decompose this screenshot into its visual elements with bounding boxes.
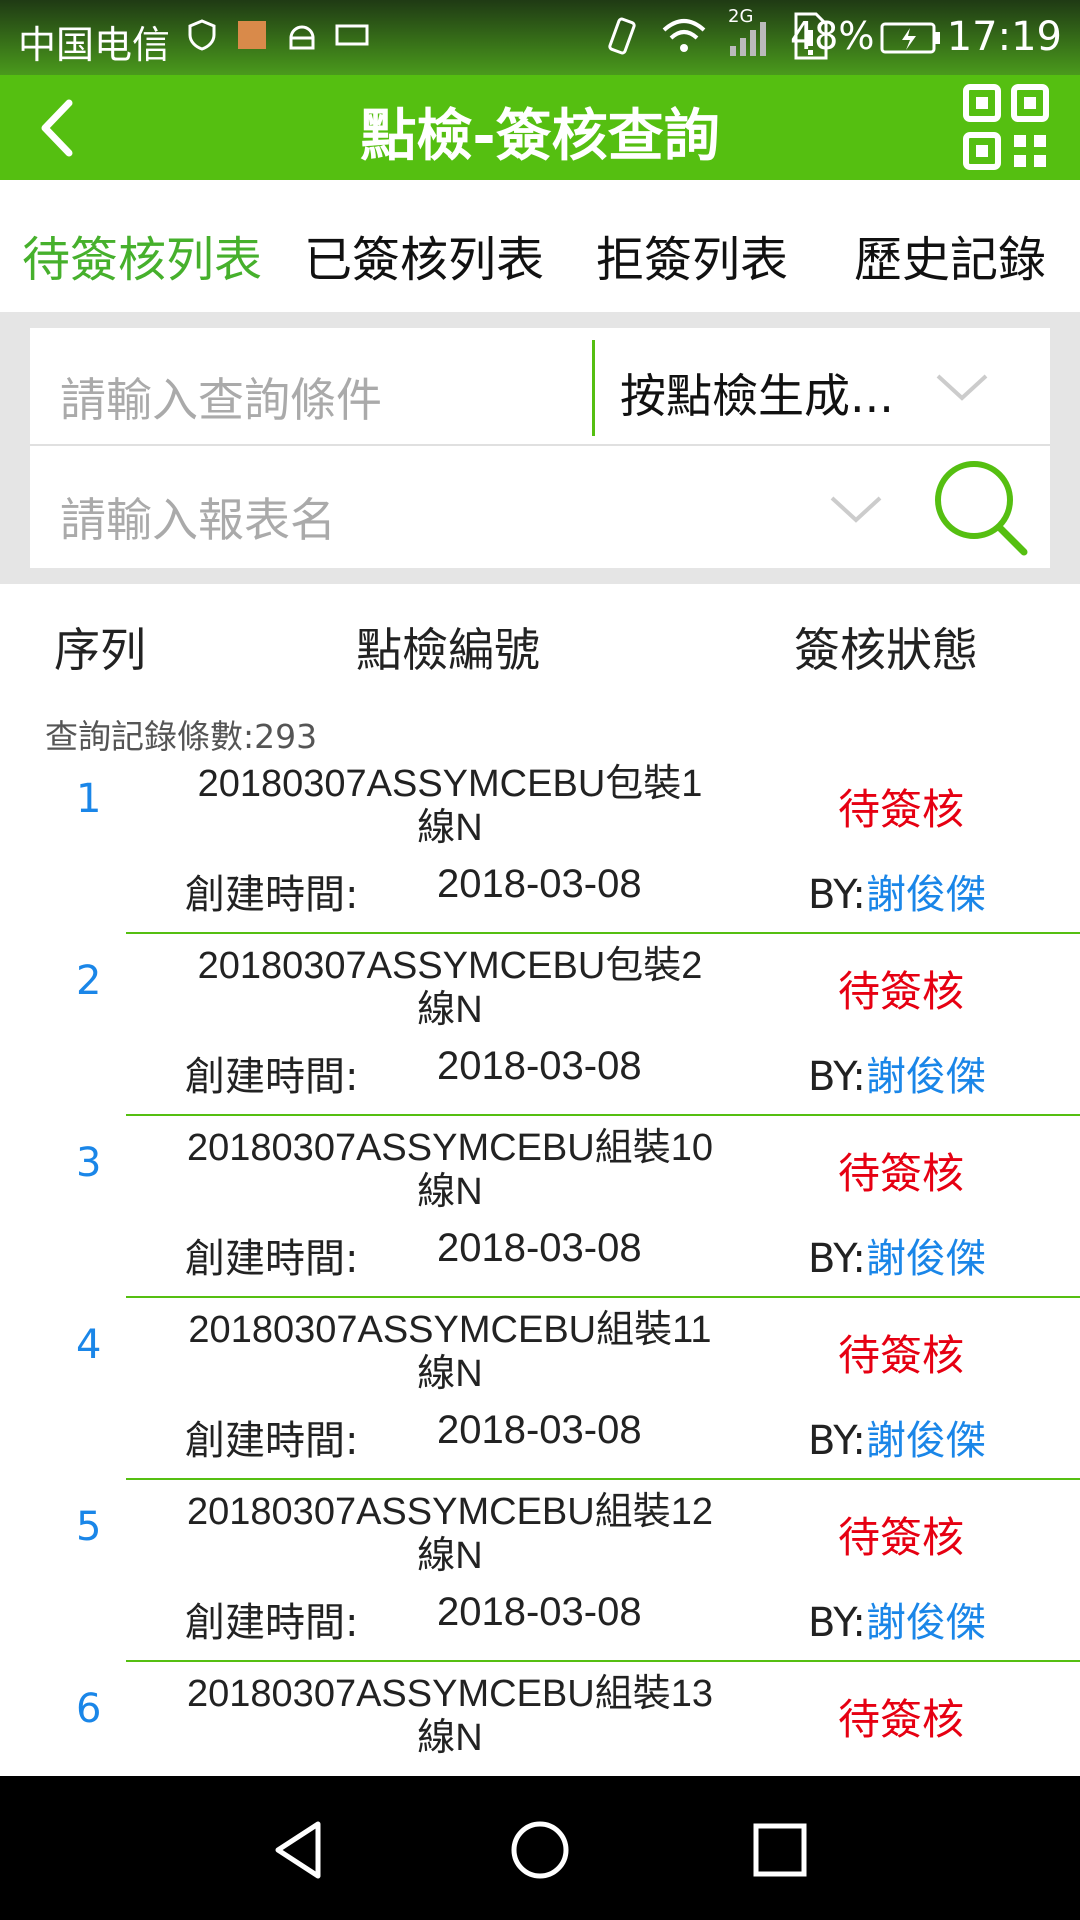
column-status: 簽核狀態	[794, 623, 978, 677]
record-code: 20180307ASSYMCEBU包裝2線N	[197, 945, 703, 1030]
nav-home-icon[interactable]	[508, 1818, 572, 1882]
created-date: 2018-03-08	[437, 1226, 642, 1270]
signer-name[interactable]: 謝俊傑	[866, 1054, 986, 1100]
status-badge: 待簽核	[838, 1513, 965, 1562]
status-badge: 待簽核	[838, 785, 965, 834]
battery-percent: 48%	[790, 14, 875, 58]
page-title: 點檢-簽核查詢	[360, 104, 720, 169]
signer: BY:謝俊傑	[808, 862, 986, 920]
tab-rejected[interactable]: 拒簽列表	[596, 220, 788, 290]
record-index: 4	[76, 1322, 102, 1368]
divider	[592, 340, 595, 436]
created-date: 2018-03-08	[437, 862, 642, 906]
signer: BY:謝俊傑	[808, 1044, 986, 1102]
system-nav-bar	[0, 1776, 1080, 1920]
record-index: 6	[76, 1686, 102, 1732]
vibrate-icon	[608, 17, 636, 55]
status-badge: 待簽核	[838, 1331, 965, 1380]
record-code: 20180307ASSYMCEBU組裝13線N	[187, 1673, 713, 1758]
signer-name[interactable]: 謝俊傑	[866, 1418, 986, 1464]
filter-box: 請輸入查詢條件 按點檢生成... 請輸入報表名	[30, 328, 1050, 568]
status-bar: 中国电信 2G 48% 17:19	[0, 0, 1080, 75]
tab-pending[interactable]: 待簽核列表	[22, 220, 262, 290]
by-prefix: BY:	[808, 1236, 866, 1282]
status-badge: 待簽核	[838, 1149, 965, 1198]
list-item[interactable]: 5 20180307ASSYMCEBU組裝12線N 待簽核 創建時間: 2018…	[0, 1480, 1080, 1662]
keyboard-icon	[335, 24, 369, 46]
record-index: 1	[76, 776, 102, 822]
list-item[interactable]: 2 20180307ASSYMCEBU包裝2線N 待簽核 創建時間: 2018-…	[0, 934, 1080, 1116]
cell-signal-icon: 2G	[726, 6, 772, 60]
created-label: 創建時間:	[185, 1418, 359, 1464]
battery-icon	[880, 22, 940, 54]
record-code: 20180307ASSYMCEBU組裝12線N	[187, 1491, 713, 1576]
by-prefix: BY:	[808, 872, 866, 918]
list-item[interactable]: 3 20180307ASSYMCEBU組裝10線N 待簽核 創建時間: 2018…	[0, 1116, 1080, 1298]
list-header: 序列 點檢編號 簽核狀態	[0, 584, 1080, 694]
tab-bar: 待簽核列表 已簽核列表 拒簽列表 歷史記錄	[0, 180, 1080, 312]
signer: BY:謝俊傑	[808, 1408, 986, 1466]
by-prefix: BY:	[808, 1418, 866, 1464]
qr-code-icon[interactable]	[962, 83, 1050, 171]
report-name-input[interactable]: 請輸入報表名	[60, 484, 336, 550]
record-index: 3	[76, 1140, 102, 1186]
signer: BY:謝俊傑	[808, 1226, 986, 1284]
status-badge: 待簽核	[838, 1695, 965, 1744]
carrier-name: 中国电信	[18, 23, 171, 67]
filter-row-report: 請輸入報表名	[30, 448, 1050, 568]
created-date: 2018-03-08	[437, 1590, 642, 1634]
app-bar: 點檢-簽核查詢	[0, 75, 1080, 180]
signer-name[interactable]: 謝俊傑	[866, 1600, 986, 1646]
record-code: 20180307ASSYMCEBU組裝10線N	[187, 1127, 713, 1212]
record-count-label: 查詢記錄條數:	[45, 717, 255, 756]
signer-name[interactable]: 謝俊傑	[866, 1236, 986, 1282]
record-count: 查詢記錄條數:293	[45, 710, 317, 758]
by-prefix: BY:	[808, 1054, 866, 1100]
signer-name[interactable]: 謝俊傑	[866, 872, 986, 918]
filter-panel: 請輸入查詢條件 按點檢生成... 請輸入報表名	[0, 312, 1080, 584]
clock: 17:19	[946, 14, 1062, 60]
created-label: 創建時間:	[185, 1236, 359, 1282]
network-type: 2G	[728, 6, 754, 27]
nav-back-icon[interactable]	[268, 1818, 332, 1882]
list-item[interactable]: 1 20180307ASSYMCEBU包裝1線N 待簽核 創建時間: 2018-…	[0, 752, 1080, 934]
list-item[interactable]: 6 20180307ASSYMCEBU組裝13線N 待簽核	[0, 1662, 1080, 1776]
android-icon	[289, 25, 315, 50]
wifi-icon	[662, 19, 706, 52]
record-index: 5	[76, 1504, 102, 1550]
sort-select[interactable]: 按點檢生成...	[620, 360, 894, 426]
chevron-down-icon[interactable]	[828, 492, 884, 526]
list-item[interactable]: 4 20180307ASSYMCEBU組裝11線N 待簽核 創建時間: 2018…	[0, 1298, 1080, 1480]
signer: BY:謝俊傑	[808, 1590, 986, 1648]
created-label: 創建時間:	[185, 872, 359, 918]
filter-row-query: 請輸入查詢條件 按點檢生成...	[30, 328, 1050, 446]
by-prefix: BY:	[808, 1600, 866, 1646]
created-date: 2018-03-08	[437, 1408, 642, 1452]
column-code: 點檢編號	[356, 623, 540, 677]
created-date: 2018-03-08	[437, 1044, 642, 1088]
nav-recents-icon[interactable]	[748, 1818, 812, 1882]
app-notification-icon	[238, 21, 266, 49]
created-label: 創建時間:	[185, 1600, 359, 1646]
shield-icon	[188, 19, 216, 51]
tab-signed[interactable]: 已簽核列表	[304, 220, 544, 290]
record-code: 20180307ASSYMCEBU組裝11線N	[188, 1309, 712, 1394]
chevron-down-icon[interactable]	[934, 370, 990, 404]
status-badge: 待簽核	[838, 967, 965, 1016]
search-icon[interactable]	[932, 456, 1032, 560]
column-index: 序列	[54, 623, 146, 677]
query-input[interactable]: 請輸入查詢條件	[60, 364, 382, 430]
tab-history[interactable]: 歷史記錄	[854, 220, 1046, 290]
record-index: 2	[76, 958, 102, 1004]
record-count-value: 293	[254, 717, 318, 756]
record-code: 20180307ASSYMCEBU包裝1線N	[197, 763, 703, 848]
created-label: 創建時間:	[185, 1054, 359, 1100]
notification-icons	[185, 18, 369, 52]
